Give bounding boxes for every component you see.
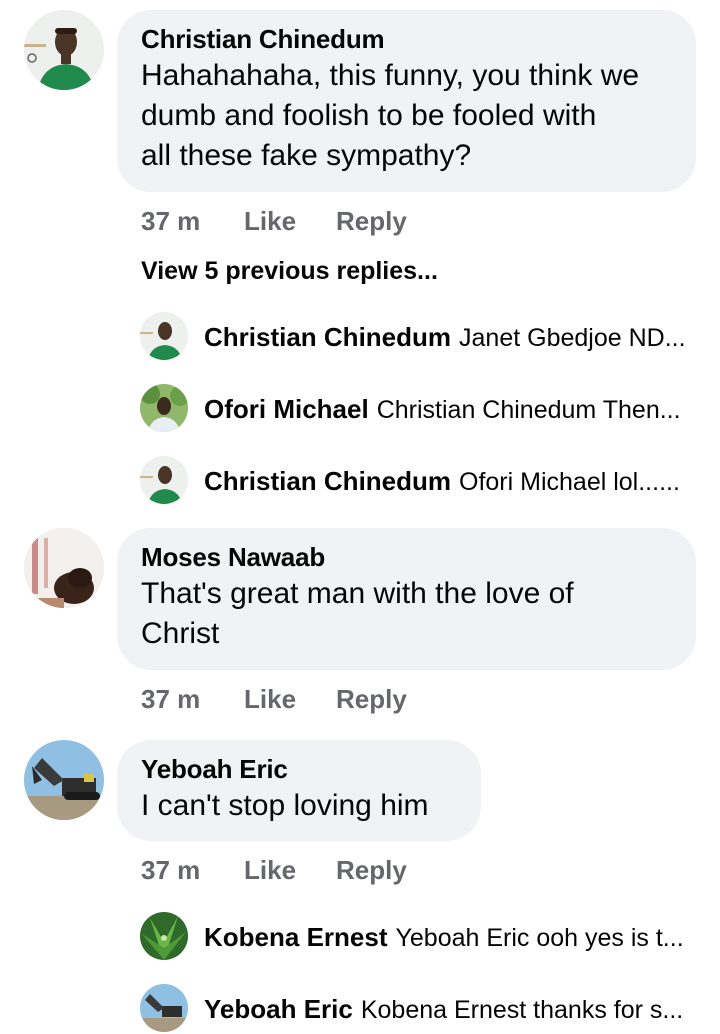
reply-author[interactable]: Yeboah Eric [204, 994, 353, 1024]
avatar[interactable] [140, 384, 188, 432]
like-button[interactable]: Like [244, 855, 296, 885]
avatar-person-photo-icon [24, 528, 104, 608]
like-button[interactable]: Like [244, 206, 296, 236]
avatar[interactable] [24, 10, 104, 90]
comment-timestamp[interactable]: 37 m [141, 855, 200, 885]
reply-item[interactable]: Ofori Michael Christian Chinedum Then... [0, 384, 720, 434]
reply-author[interactable]: Ofori Michael [204, 394, 369, 424]
avatar-man-green-shirt-icon [140, 312, 188, 360]
comment-timestamp[interactable]: 37 m [141, 684, 200, 714]
reply-item[interactable]: Kobena Ernest Yeboah Eric ooh yes is t... [0, 912, 720, 962]
comment-text: Hahahahaha, this funny, you think we dum… [141, 56, 670, 176]
reply-content: Christian Chinedum Ofori Michael lol.....… [204, 465, 686, 498]
comment-bubble[interactable]: Yeboah Eric I can't stop loving him [117, 740, 481, 841]
avatar-excavator-icon [140, 984, 188, 1032]
comment-text-line: Hahahahaha, this funny, you think we [141, 59, 640, 92]
avatar-excavator-icon [24, 740, 104, 820]
reply-button[interactable]: Reply [336, 206, 407, 236]
reply-text: Yeboah Eric ooh yes is t... [395, 924, 684, 952]
avatar-man-outdoors-icon [140, 384, 188, 432]
comment-text-line: dumb and foolish to be fooled with [141, 99, 597, 132]
comment-text-line: I can't stop loving him [141, 789, 429, 822]
comment-text: That's great man with the love of Christ [141, 574, 670, 654]
reply-text: Kobena Ernest thanks for s... [360, 996, 684, 1024]
reply-author[interactable]: Christian Chinedum [204, 322, 451, 352]
reply-text: Ofori Michael lol...... [459, 468, 680, 496]
comment-bubble[interactable]: Moses Nawaab That's great man with the l… [117, 528, 696, 670]
comment-text: I can't stop loving him [141, 786, 455, 826]
reply-item[interactable]: Yeboah Eric Kobena Ernest thanks for s... [0, 984, 720, 1034]
reply-item[interactable]: Christian Chinedum Ofori Michael lol.....… [0, 456, 720, 506]
reply-content: Christian Chinedum Janet Gbedjoe ND... [204, 321, 686, 354]
avatar[interactable] [140, 912, 188, 960]
reply-item[interactable]: Christian Chinedum Janet Gbedjoe ND... [0, 312, 720, 362]
comment-timestamp[interactable]: 37 m [141, 206, 200, 236]
comment-author[interactable]: Yeboah Eric [141, 754, 455, 784]
comment-author[interactable]: Moses Nawaab [141, 542, 670, 572]
reply-button[interactable]: Reply [336, 684, 407, 714]
comment-text-line: Christ [141, 617, 220, 650]
reply-button[interactable]: Reply [336, 855, 407, 885]
reply-text: Christian Chinedum Then... [376, 396, 681, 424]
view-previous-replies-link[interactable]: View 5 previous replies... [141, 256, 438, 286]
reply-content: Ofori Michael Christian Chinedum Then... [204, 393, 686, 426]
reply-author[interactable]: Kobena Ernest [204, 922, 388, 952]
reply-content: Yeboah Eric Kobena Ernest thanks for s... [204, 993, 686, 1026]
reply-content: Kobena Ernest Yeboah Eric ooh yes is t... [204, 921, 686, 954]
avatar-green-plant-icon [140, 912, 188, 960]
avatar[interactable] [140, 312, 188, 360]
avatar[interactable] [140, 456, 188, 504]
like-button[interactable]: Like [244, 684, 296, 714]
reply-text: Janet Gbedjoe ND... [459, 324, 686, 352]
avatar-man-green-shirt-icon [140, 456, 188, 504]
comment-text-line: That's great man with the love of [141, 577, 574, 610]
avatar[interactable] [24, 740, 104, 820]
avatar-man-green-shirt-icon [24, 10, 104, 90]
reply-author[interactable]: Christian Chinedum [204, 466, 451, 496]
comment-text-line: all these fake sympathy? [141, 139, 472, 172]
comment-author[interactable]: Christian Chinedum [141, 24, 670, 54]
comment-bubble[interactable]: Christian Chinedum Hahahahaha, this funn… [117, 10, 696, 192]
avatar[interactable] [140, 984, 188, 1032]
avatar[interactable] [24, 528, 104, 608]
